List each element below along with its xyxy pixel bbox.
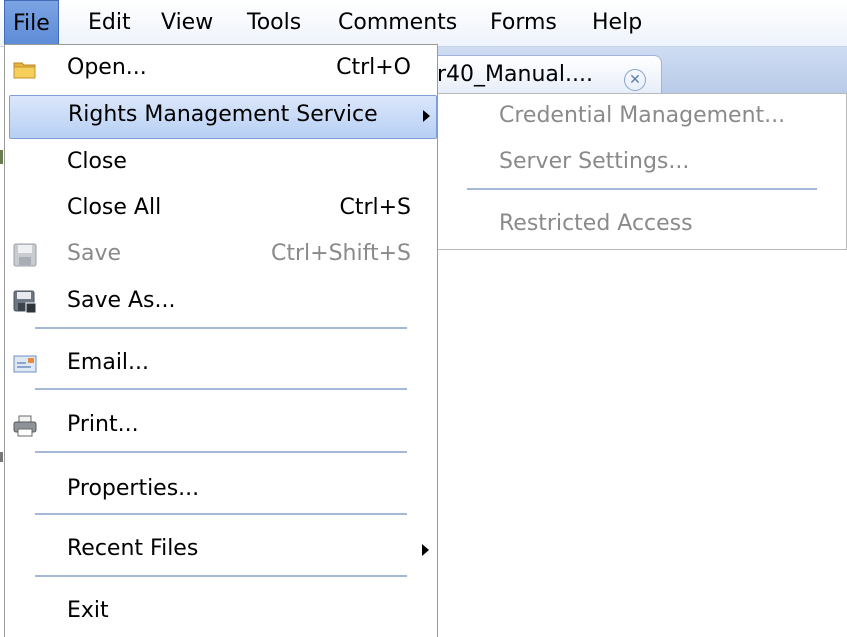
menu-forms[interactable]: Forms	[482, 0, 565, 46]
menu-item-shortcut: Ctrl+O	[336, 55, 411, 80]
printer-icon	[13, 414, 37, 438]
menu-item-label: Open...	[67, 55, 147, 80]
menu-item-close[interactable]: Close	[5, 142, 437, 184]
menu-item-label: Close	[67, 149, 127, 174]
menu-view[interactable]: View	[153, 0, 221, 46]
menu-item-recent-files[interactable]: Recent Files	[5, 529, 437, 571]
submenu-separator	[467, 188, 817, 190]
close-circle-icon[interactable]: ✕	[624, 69, 646, 91]
document-tab-strip: r40_Manual.... ✕	[437, 47, 847, 94]
menu-item-email[interactable]: Email...	[5, 343, 437, 385]
menu-item-open[interactable]: Open... Ctrl+O	[5, 48, 437, 90]
menu-bar: File Edit View Tools Comments Forms Help	[0, 0, 847, 47]
menu-item-rights-management-service[interactable]: Rights Management Service	[9, 95, 437, 139]
save-as-icon	[13, 290, 37, 314]
menu-item-label: Close All	[67, 195, 162, 220]
background-edge-mark	[0, 150, 3, 164]
menu-item-label: Recent Files	[67, 536, 199, 561]
folder-icon	[13, 57, 37, 81]
menu-item-save[interactable]: Save Ctrl+Shift+S	[5, 234, 437, 276]
submenu-server-settings[interactable]: Server Settings...	[499, 149, 689, 174]
document-tab-label: r40_Manual....	[437, 62, 593, 87]
menu-separator	[35, 451, 407, 453]
menu-comments[interactable]: Comments	[330, 0, 465, 46]
menu-separator	[35, 575, 407, 577]
menu-item-label: Exit	[67, 598, 109, 623]
menu-item-label: Rights Management Service	[68, 102, 378, 127]
menu-help[interactable]: Help	[584, 0, 650, 46]
menu-file[interactable]: File	[4, 0, 59, 46]
menu-item-print[interactable]: Print...	[5, 405, 437, 447]
application-window: File Edit View Tools Comments Forms Help…	[0, 0, 847, 637]
file-menu-dropdown: Open... Ctrl+O Rights Management Service…	[4, 44, 438, 637]
menu-separator	[35, 327, 407, 329]
menu-edit[interactable]: Edit	[80, 0, 139, 46]
submenu-credential-management[interactable]: Credential Management...	[499, 103, 785, 128]
submenu-arrow-icon	[423, 110, 430, 122]
menu-item-shortcut: Ctrl+Shift+S	[271, 241, 411, 266]
email-icon	[13, 352, 37, 376]
menu-item-label: Save As...	[67, 288, 176, 313]
menu-item-save-as[interactable]: Save As...	[5, 281, 437, 323]
submenu-restricted-access[interactable]: Restricted Access	[499, 211, 693, 236]
menu-item-exit[interactable]: Exit	[5, 591, 437, 633]
submenu-arrow-icon	[422, 544, 429, 556]
save-icon	[13, 243, 37, 267]
menu-tools[interactable]: Tools	[239, 0, 309, 46]
menu-separator	[35, 513, 407, 515]
background-edge-mark	[0, 452, 3, 462]
menu-item-label: Save	[67, 241, 122, 266]
menu-item-label: Email...	[67, 350, 150, 375]
document-tab[interactable]: r40_Manual.... ✕	[437, 55, 662, 93]
menu-item-properties[interactable]: Properties...	[5, 469, 437, 511]
menu-item-shortcut: Ctrl+S	[339, 195, 411, 220]
menu-separator	[35, 388, 407, 390]
menu-item-label: Print...	[67, 412, 139, 437]
menu-item-close-all[interactable]: Close All Ctrl+S	[5, 188, 437, 230]
menu-item-label: Properties...	[67, 476, 200, 501]
rights-management-submenu: Credential Management... Server Settings…	[437, 93, 847, 250]
